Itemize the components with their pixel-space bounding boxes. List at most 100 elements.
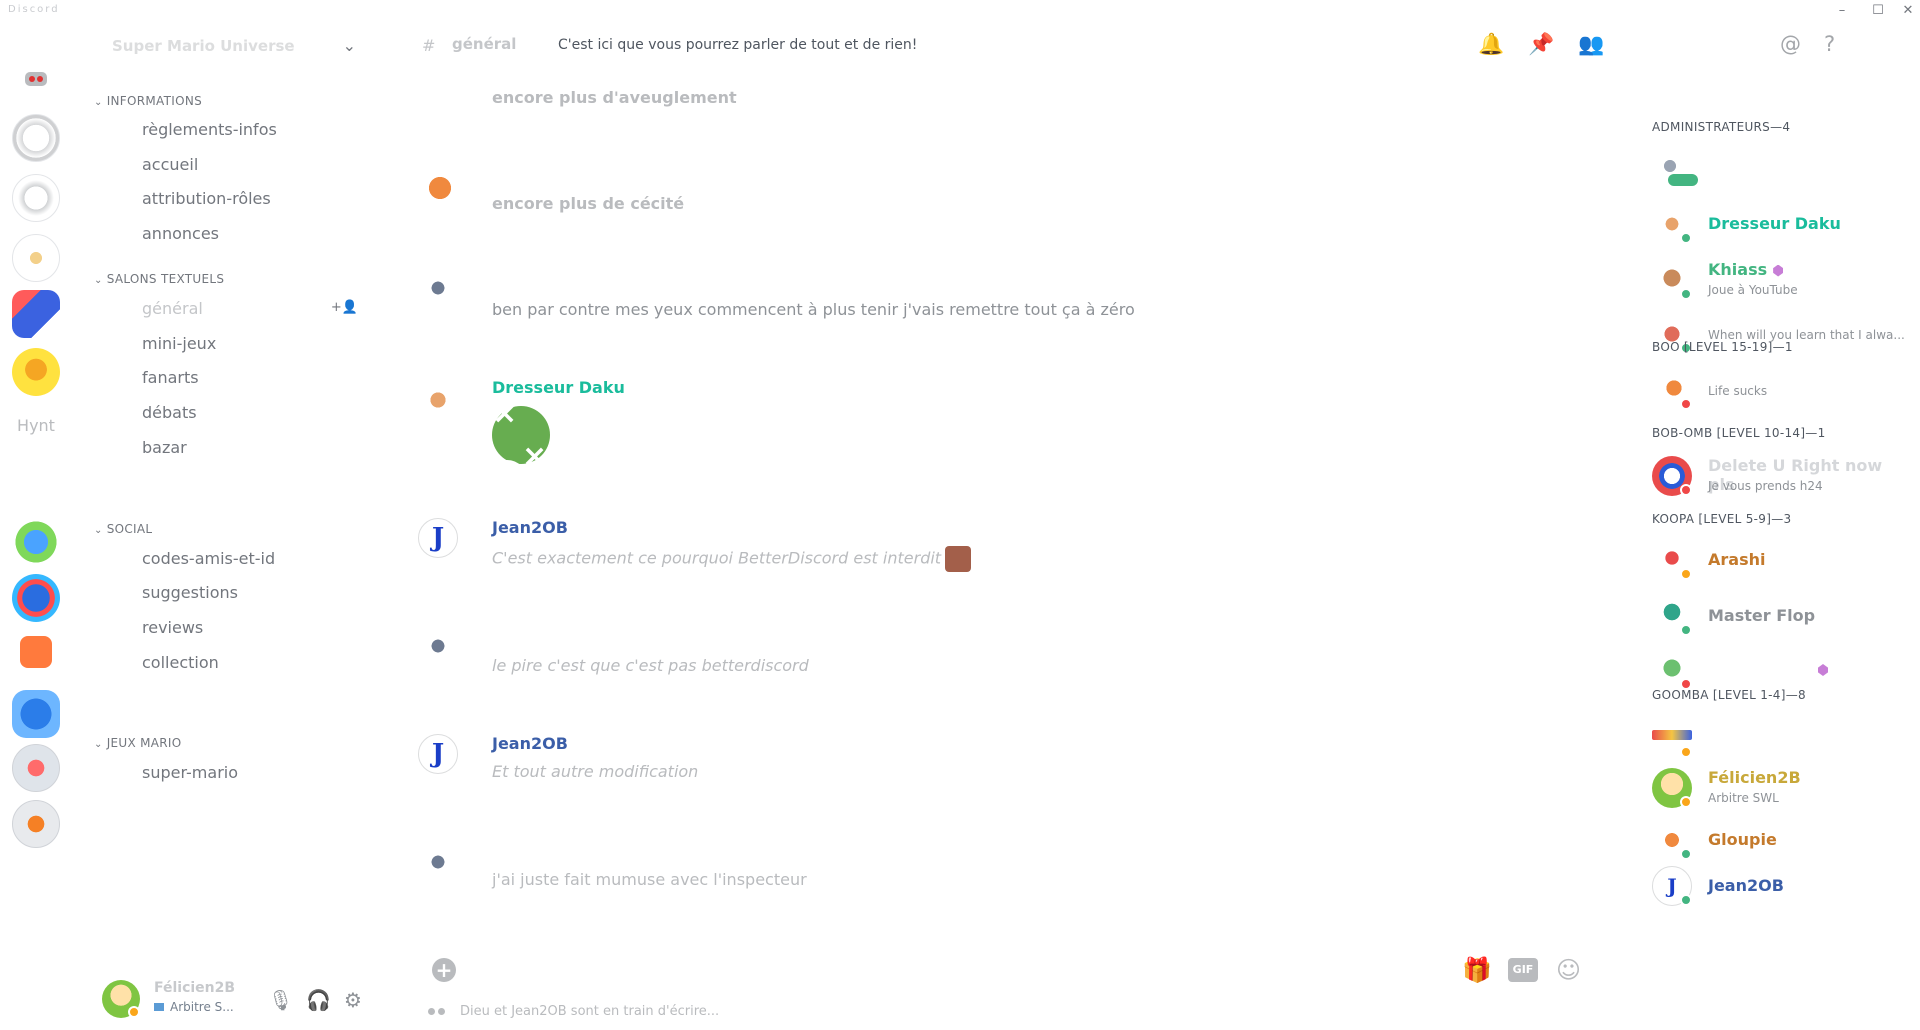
- channel-item[interactable]: super-mario: [142, 763, 238, 782]
- channel-item[interactable]: règlements-infos: [142, 120, 277, 139]
- channel-item[interactable]: débats: [142, 403, 197, 422]
- message-composer[interactable]: + 🎁 GIF ☺: [418, 948, 1604, 992]
- caret-icon: ⌄: [94, 97, 103, 108]
- message-content: j'ai juste fait mumuse avec l'inspecteur: [492, 870, 807, 889]
- channel-item[interactable]: codes-amis-et-id: [142, 549, 275, 568]
- member-item[interactable]: Khiass Joue à YouTube: [1652, 258, 1912, 302]
- message-content: le pire c'est que c'est pas betterdiscor…: [492, 656, 809, 675]
- server-icon[interactable]: [12, 114, 60, 162]
- custom-status: Arbitre S...: [154, 1000, 234, 1014]
- status-indicator: [1680, 288, 1692, 300]
- home-button[interactable]: [12, 62, 60, 96]
- member-item[interactable]: [1652, 716, 1912, 760]
- server-icon[interactable]: [12, 690, 60, 738]
- category-social[interactable]: ⌄ SOCIAL: [94, 522, 152, 536]
- member-list-icon[interactable]: 👥: [1578, 32, 1604, 57]
- settings-icon[interactable]: ⚙: [344, 988, 362, 1012]
- member-activity: Life sucks: [1708, 384, 1768, 398]
- member-item[interactable]: Life sucks: [1652, 368, 1912, 412]
- server-icon[interactable]: [20, 636, 52, 668]
- sick-face-emoji-icon: ×︵×: [492, 396, 550, 474]
- chevron-down-icon[interactable]: ⌄: [343, 36, 356, 55]
- avatar[interactable]: [418, 630, 458, 670]
- channel-item[interactable]: mini-jeux: [142, 334, 216, 353]
- gift-icon[interactable]: 🎁: [1462, 956, 1492, 984]
- member-item[interactable]: Dresseur Daku: [1652, 202, 1912, 246]
- message-content: encore plus de cécité: [492, 194, 685, 213]
- server-icon[interactable]: [12, 744, 60, 792]
- bell-icon[interactable]: 🔔: [1478, 32, 1504, 57]
- server-icon[interactable]: [12, 518, 60, 566]
- role-header: BOB-OMB [LEVEL 10-14]—1: [1652, 426, 1826, 440]
- message-author[interactable]: Dresseur Daku: [492, 378, 625, 397]
- channel-item[interactable]: annonces: [142, 224, 219, 243]
- typing-dots-icon: [428, 1007, 450, 1015]
- channel-item[interactable]: collection: [142, 653, 219, 672]
- status-indicator: [128, 1006, 140, 1018]
- member-item[interactable]: [1652, 648, 1912, 692]
- category-jeux-mario[interactable]: ⌄ JEUX MARIO: [94, 736, 182, 750]
- server-icon-mushroom[interactable]: [12, 348, 60, 396]
- title-bar: Discord – ☐ ✕: [0, 0, 1920, 22]
- emoji-icon[interactable]: ☺: [1556, 956, 1581, 984]
- channel-sidebar: Super Mario Universe ⌄ ⌄ INFORMATIONS règ…: [72, 22, 380, 1030]
- avatar[interactable]: [418, 846, 458, 886]
- maximize-button[interactable]: ☐: [1870, 3, 1886, 19]
- pin-icon[interactable]: 📌: [1528, 32, 1554, 57]
- member-item[interactable]: Master Flop: [1652, 594, 1912, 638]
- member-name: Dresseur Daku: [1708, 214, 1841, 233]
- invite-icon[interactable]: +👤: [331, 300, 358, 315]
- status-indicator: [1680, 848, 1692, 860]
- status-indicator: [1680, 232, 1692, 244]
- server-icon[interactable]: [12, 574, 60, 622]
- member-list: ADMINISTRATEURS—4 Dresseur Daku Khiass J…: [1640, 22, 1920, 1030]
- message-author[interactable]: Jean2OB: [492, 734, 568, 753]
- attach-plus-icon[interactable]: +: [432, 958, 456, 982]
- status-indicator: [1680, 746, 1692, 758]
- username[interactable]: Félicien2B: [154, 980, 235, 996]
- member-item[interactable]: Félicien2B Arbitre SWL: [1652, 766, 1912, 810]
- channel-item[interactable]: attribution-rôles: [142, 189, 271, 208]
- server-icon[interactable]: [12, 234, 60, 282]
- status-indicator: [1680, 398, 1692, 410]
- close-button[interactable]: ✕: [1900, 3, 1916, 19]
- channel-item[interactable]: reviews: [142, 618, 203, 637]
- server-label[interactable]: Hynt: [12, 416, 60, 435]
- channel-item[interactable]: fanarts: [142, 368, 199, 387]
- status-chip-icon: [154, 1003, 164, 1011]
- server-icon[interactable]: [12, 800, 60, 848]
- role-header: KOOPA [LEVEL 5-9]—3: [1652, 512, 1792, 526]
- server-icon[interactable]: [12, 174, 60, 222]
- user-panel: Félicien2B Arbitre S... 🎙 🎧 ⚙: [72, 972, 380, 1030]
- server-list: Hynt: [0, 22, 72, 1030]
- message-content: ben par contre mes yeux commencent à plu…: [492, 300, 1135, 319]
- member-item[interactable]: J Jean2OB: [1652, 864, 1912, 908]
- server-header[interactable]: Super Mario Universe ⌄: [72, 22, 380, 70]
- avatar[interactable]: [418, 378, 458, 418]
- member-item[interactable]: Delete U Right now pls Je vous prends h2…: [1652, 454, 1912, 498]
- avatar[interactable]: [418, 166, 458, 206]
- headphones-icon[interactable]: 🎧: [306, 988, 331, 1012]
- nitro-badge-icon: [1818, 664, 1828, 676]
- server-icon[interactable]: [12, 290, 60, 338]
- channel-title: général: [452, 35, 517, 53]
- caret-icon: ⌄: [94, 525, 103, 536]
- category-salons-textuels[interactable]: ⌄ SALONS TEXTUELS: [94, 272, 224, 286]
- avatar[interactable]: [418, 272, 458, 312]
- channel-item[interactable]: suggestions: [142, 583, 238, 602]
- category-informations[interactable]: ⌄ INFORMATIONS: [94, 94, 202, 108]
- minimize-button[interactable]: –: [1834, 3, 1850, 19]
- gif-button[interactable]: GIF: [1508, 958, 1538, 982]
- member-name: Félicien2B: [1708, 768, 1801, 787]
- avatar[interactable]: J: [418, 518, 458, 558]
- avatar[interactable]: J: [418, 734, 458, 774]
- channel-topic[interactable]: C'est ici que vous pourrez parler de tou…: [558, 37, 917, 53]
- member-item[interactable]: Gloupie: [1652, 818, 1912, 862]
- channel-item-active[interactable]: général: [142, 299, 203, 318]
- channel-item[interactable]: bazar: [142, 438, 187, 457]
- message-author[interactable]: Jean2OB: [492, 518, 568, 537]
- member-item[interactable]: Arashi: [1652, 538, 1912, 582]
- mute-icon[interactable]: 🎙: [268, 988, 293, 1012]
- member-item[interactable]: [1652, 148, 1912, 192]
- channel-item[interactable]: accueil: [142, 155, 198, 174]
